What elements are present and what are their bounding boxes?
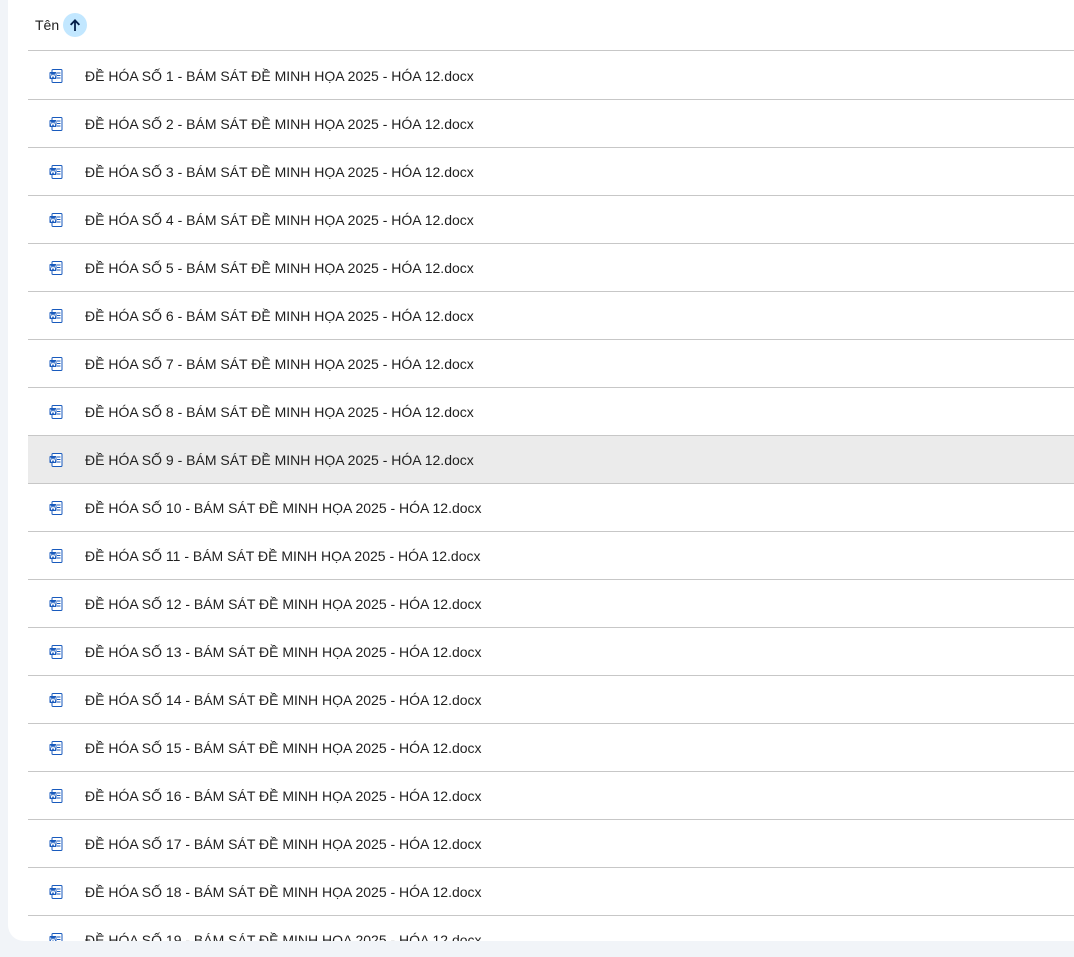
arrow-up-icon — [70, 19, 81, 31]
file-name: ĐỀ HÓA SỐ 7 - BÁM SÁT ĐỀ MINH HỌA 2025 -… — [85, 355, 474, 372]
word-doc-icon — [49, 644, 63, 659]
file-row[interactable]: ĐỀ HÓA SỐ 4 - BÁM SÁT ĐỀ MINH HỌA 2025 -… — [28, 196, 1074, 244]
file-row[interactable]: ĐỀ HÓA SỐ 6 - BÁM SÁT ĐỀ MINH HỌA 2025 -… — [28, 292, 1074, 340]
file-row[interactable]: ĐỀ HÓA SỐ 1 - BÁM SÁT ĐỀ MINH HỌA 2025 -… — [28, 52, 1074, 100]
word-doc-icon — [49, 740, 63, 755]
file-row[interactable]: ĐỀ HÓA SỐ 14 - BÁM SÁT ĐỀ MINH HỌA 2025 … — [28, 676, 1074, 724]
word-doc-icon — [49, 164, 63, 179]
file-row[interactable]: ĐỀ HÓA SỐ 3 - BÁM SÁT ĐỀ MINH HỌA 2025 -… — [28, 148, 1074, 196]
file-name: ĐỀ HÓA SỐ 5 - BÁM SÁT ĐỀ MINH HỌA 2025 -… — [85, 259, 474, 276]
word-doc-icon — [49, 260, 63, 275]
word-doc-icon — [49, 308, 63, 323]
file-row[interactable]: ĐỀ HÓA SỐ 8 - BÁM SÁT ĐỀ MINH HỌA 2025 -… — [28, 388, 1074, 436]
file-name: ĐỀ HÓA SỐ 10 - BÁM SÁT ĐỀ MINH HỌA 2025 … — [85, 499, 482, 516]
word-doc-icon — [49, 452, 63, 467]
file-name: ĐỀ HÓA SỐ 11 - BÁM SÁT ĐỀ MINH HỌA 2025 … — [85, 547, 481, 564]
file-name: ĐỀ HÓA SỐ 9 - BÁM SÁT ĐỀ MINH HỌA 2025 -… — [85, 451, 474, 468]
file-name: ĐỀ HÓA SỐ 15 - BÁM SÁT ĐỀ MINH HỌA 2025 … — [85, 739, 482, 756]
word-doc-icon — [49, 884, 63, 899]
file-row[interactable]: ĐỀ HÓA SỐ 5 - BÁM SÁT ĐỀ MINH HỌA 2025 -… — [28, 244, 1074, 292]
word-doc-icon — [49, 932, 63, 941]
file-row[interactable]: ĐỀ HÓA SỐ 16 - BÁM SÁT ĐỀ MINH HỌA 2025 … — [28, 772, 1074, 820]
file-row[interactable]: ĐỀ HÓA SỐ 10 - BÁM SÁT ĐỀ MINH HỌA 2025 … — [28, 484, 1074, 532]
file-list-panel: Tên ĐỀ HÓA SỐ 1 - BÁM SÁT ĐỀ MINH HỌA 20… — [8, 0, 1074, 941]
file-row[interactable]: ĐỀ HÓA SỐ 12 - BÁM SÁT ĐỀ MINH HỌA 2025 … — [28, 580, 1074, 628]
word-doc-icon — [49, 548, 63, 563]
name-column-header[interactable]: Tên — [35, 17, 59, 33]
file-row[interactable]: ĐỀ HÓA SỐ 11 - BÁM SÁT ĐỀ MINH HỌA 2025 … — [28, 532, 1074, 580]
word-doc-icon — [49, 404, 63, 419]
file-name: ĐỀ HÓA SỐ 18 - BÁM SÁT ĐỀ MINH HỌA 2025 … — [85, 883, 482, 900]
file-name: ĐỀ HÓA SỐ 6 - BÁM SÁT ĐỀ MINH HỌA 2025 -… — [85, 307, 474, 324]
word-doc-icon — [49, 68, 63, 83]
word-doc-icon — [49, 836, 63, 851]
file-list: ĐỀ HÓA SỐ 1 - BÁM SÁT ĐỀ MINH HỌA 2025 -… — [28, 52, 1074, 941]
sort-ascending-button[interactable] — [63, 13, 88, 37]
file-name: ĐỀ HÓA SỐ 4 - BÁM SÁT ĐỀ MINH HỌA 2025 -… — [85, 211, 474, 228]
file-row[interactable]: ĐỀ HÓA SỐ 17 - BÁM SÁT ĐỀ MINH HỌA 2025 … — [28, 820, 1074, 868]
word-doc-icon — [49, 500, 63, 515]
word-doc-icon — [49, 596, 63, 611]
file-row[interactable]: ĐỀ HÓA SỐ 15 - BÁM SÁT ĐỀ MINH HỌA 2025 … — [28, 724, 1074, 772]
file-row[interactable]: ĐỀ HÓA SỐ 2 - BÁM SÁT ĐỀ MINH HỌA 2025 -… — [28, 100, 1074, 148]
file-name: ĐỀ HÓA SỐ 8 - BÁM SÁT ĐỀ MINH HỌA 2025 -… — [85, 403, 474, 420]
word-doc-icon — [49, 356, 63, 371]
word-doc-icon — [49, 692, 63, 707]
file-name: ĐỀ HÓA SỐ 17 - BÁM SÁT ĐỀ MINH HỌA 2025 … — [85, 835, 482, 852]
file-name: ĐỀ HÓA SỐ 2 - BÁM SÁT ĐỀ MINH HỌA 2025 -… — [85, 115, 474, 132]
file-row[interactable]: ĐỀ HÓA SỐ 9 - BÁM SÁT ĐỀ MINH HỌA 2025 -… — [28, 436, 1074, 484]
file-name: ĐỀ HÓA SỐ 13 - BÁM SÁT ĐỀ MINH HỌA 2025 … — [85, 643, 482, 660]
file-name: ĐỀ HÓA SỐ 14 - BÁM SÁT ĐỀ MINH HỌA 2025 … — [85, 691, 482, 708]
word-doc-icon — [49, 212, 63, 227]
word-doc-icon — [49, 788, 63, 803]
file-name: ĐỀ HÓA SỐ 1 - BÁM SÁT ĐỀ MINH HỌA 2025 -… — [85, 67, 474, 84]
file-row[interactable]: ĐỀ HÓA SỐ 13 - BÁM SÁT ĐỀ MINH HỌA 2025 … — [28, 628, 1074, 676]
list-header: Tên — [28, 0, 1074, 51]
file-row[interactable]: ĐỀ HÓA SỐ 18 - BÁM SÁT ĐỀ MINH HỌA 2025 … — [28, 868, 1074, 916]
file-row[interactable]: ĐỀ HÓA SỐ 7 - BÁM SÁT ĐỀ MINH HỌA 2025 -… — [28, 340, 1074, 388]
file-name: ĐỀ HÓA SỐ 16 - BÁM SÁT ĐỀ MINH HỌA 2025 … — [85, 787, 482, 804]
file-row[interactable]: ĐỀ HÓA SỐ 19 - BÁM SÁT ĐỀ MINH HỌA 2025 … — [28, 916, 1074, 941]
word-doc-icon — [49, 116, 63, 131]
file-name: ĐỀ HÓA SỐ 3 - BÁM SÁT ĐỀ MINH HỌA 2025 -… — [85, 163, 474, 180]
file-name: ĐỀ HÓA SỐ 12 - BÁM SÁT ĐỀ MINH HỌA 2025 … — [85, 595, 482, 612]
file-name: ĐỀ HÓA SỐ 19 - BÁM SÁT ĐỀ MINH HỌA 2025 … — [85, 931, 482, 942]
